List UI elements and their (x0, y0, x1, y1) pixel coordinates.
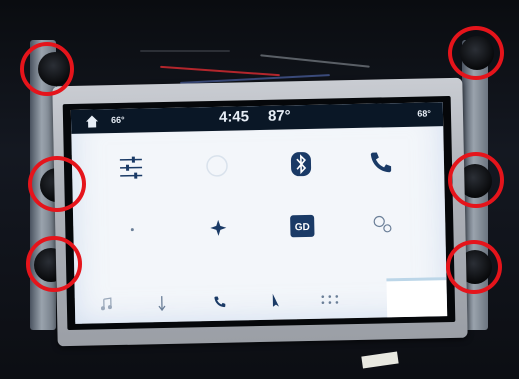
apps-grid-icon[interactable] (319, 290, 341, 308)
outside-temp-right: 68° (417, 108, 432, 119)
center-temp: 87° (267, 107, 291, 125)
settings-sliders-icon[interactable] (116, 152, 147, 183)
status-bar: 66° 4:45 87° 68° (70, 102, 444, 134)
home-icon[interactable] (85, 114, 99, 128)
outside-temp-left: 66° (110, 114, 125, 126)
annotation-circle-top-left (20, 42, 74, 96)
touchscreen: 66° 4:45 87° 68° GD (70, 102, 448, 324)
annotation-circle-middle-left (28, 156, 86, 212)
sticker (361, 351, 399, 369)
climate-down-icon[interactable] (151, 294, 173, 312)
phone-icon[interactable] (366, 147, 397, 178)
annotation-circle-middle-right (448, 152, 504, 208)
climate-icon[interactable] (202, 151, 233, 182)
annotation-circle-bottom-right (446, 240, 502, 294)
wire (160, 65, 280, 77)
screen-frame: 66° 4:45 87° 68° GD (62, 95, 456, 331)
wire (140, 50, 230, 52)
bubbles-icon[interactable] (367, 209, 398, 240)
phone-icon[interactable] (209, 293, 231, 311)
nav-active-tab[interactable] (386, 277, 448, 318)
bluetooth-icon[interactable] (286, 149, 317, 180)
gd-app-icon[interactable]: GD (287, 211, 318, 242)
navigation-icon[interactable] (265, 291, 287, 309)
clock: 4:45 (218, 108, 250, 126)
sparkle-icon[interactable] (203, 213, 234, 244)
dot-icon[interactable] (117, 214, 148, 245)
gd-app-label: GD (295, 222, 310, 233)
photo-scene: 66° 4:45 87° 68° GD (0, 0, 519, 379)
annotation-circle-bottom-left (26, 236, 82, 292)
head-unit-bezel: 66° 4:45 87° 68° GD (52, 77, 468, 347)
music-note-icon[interactable] (95, 295, 117, 313)
wire (260, 54, 370, 68)
annotation-circle-top-right (448, 26, 504, 80)
